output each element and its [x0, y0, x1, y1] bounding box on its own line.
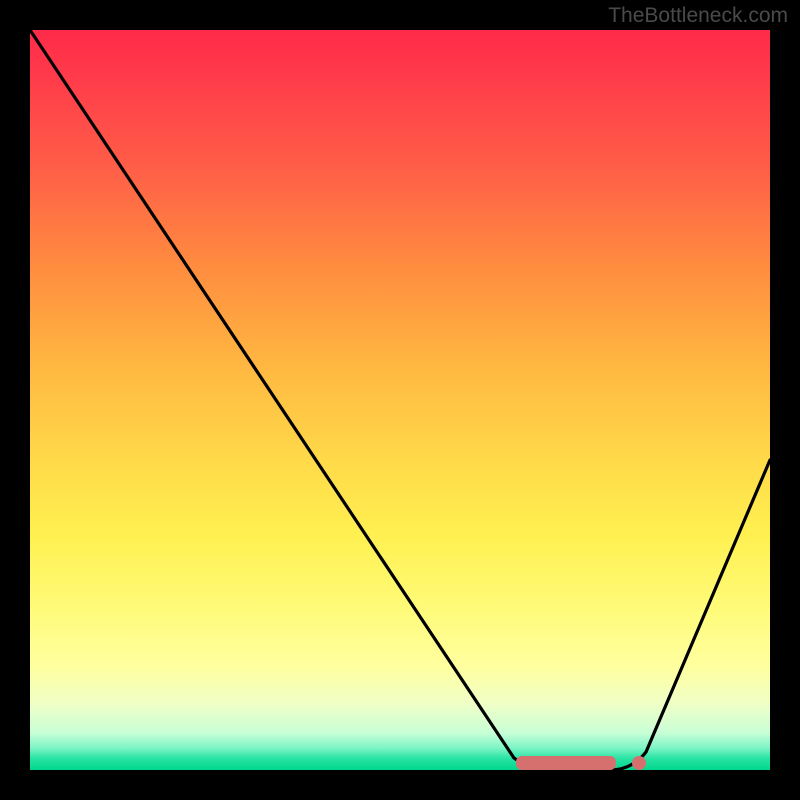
valley-end-dot — [632, 756, 646, 770]
chart-plot-area — [30, 30, 770, 770]
curve-path — [30, 30, 770, 770]
bottleneck-curve — [30, 30, 770, 770]
valley-flat-marker — [516, 756, 616, 770]
watermark-text: TheBottleneck.com — [608, 4, 788, 28]
